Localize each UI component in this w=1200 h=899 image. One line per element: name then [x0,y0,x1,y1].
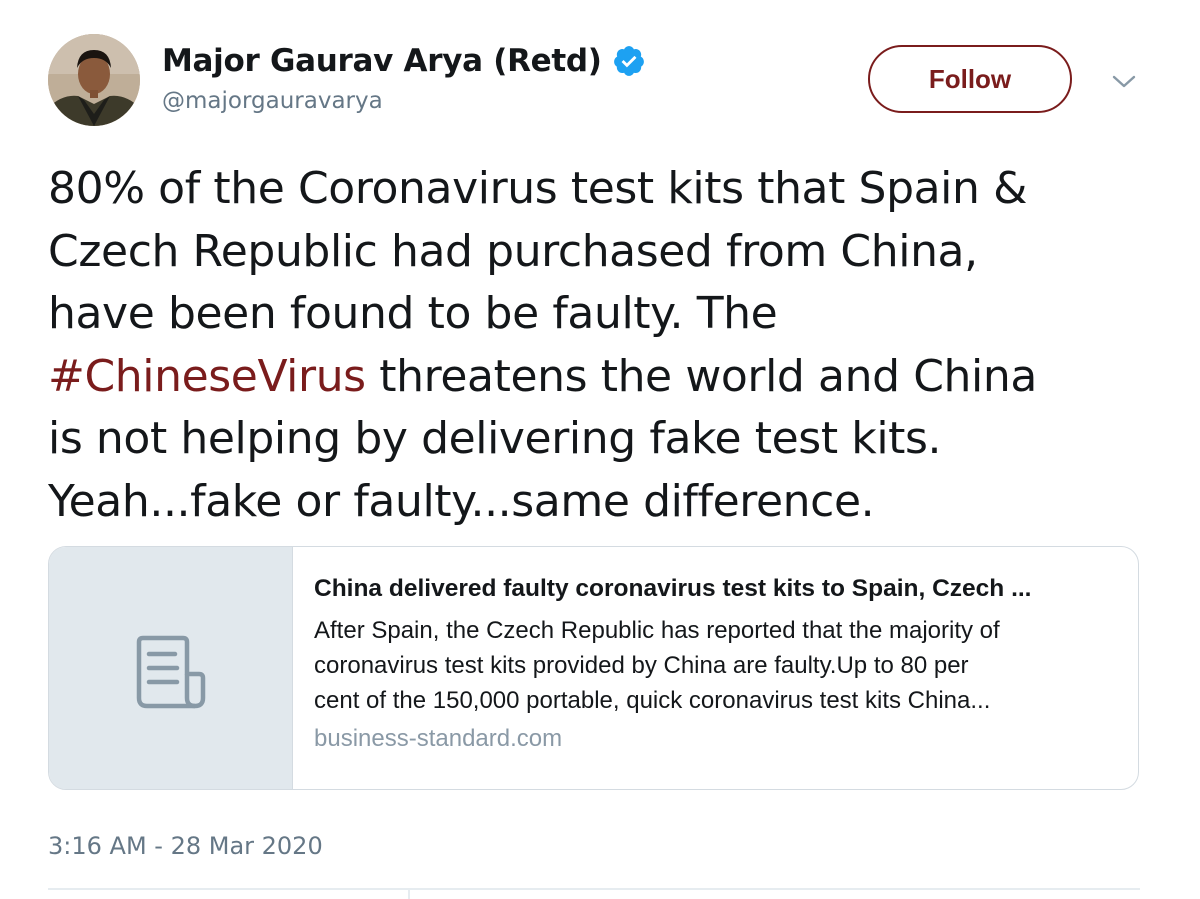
avatar-photo [48,34,140,126]
tweet-line: Czech Republic had purchased from China, [48,225,978,277]
tweet-line: have been found to be faulty. The [48,288,778,339]
card-thumbnail [49,547,293,789]
card-description-line: coronavirus test kits provided by China … [314,652,969,679]
chevron-down-icon[interactable] [1110,72,1138,92]
tweet-timestamp[interactable]: 3:16 AM - 28 Mar 2020 [48,832,323,860]
card-description: After Spain, the Czech Republic has repo… [314,613,1116,718]
document-icon [136,635,205,709]
card-description-line: After Spain, the Czech Republic has repo… [314,617,1000,644]
tweet-text: 80% of the Coronavirus test kits that Sp… [48,158,1158,533]
card-domain: business-standard.com [314,725,563,752]
tweet-line: is not helping by delivering fake test k… [48,413,942,464]
card-description-line: cent of the 150,000 portable, quick coro… [314,687,991,714]
divider [48,888,1140,890]
avatar[interactable] [48,34,140,126]
author-name-row[interactable]: Major Gaurav Arya (Retd) [162,40,646,82]
hashtag-link[interactable]: #ChineseVirus [48,351,366,402]
divider-tick [408,889,410,899]
card-body: China delivered faulty coronavirus test … [293,547,1138,789]
link-preview-card[interactable]: China delivered faulty coronavirus test … [48,546,1139,790]
verified-badge-icon [613,46,644,76]
tweet-line: Yeah...fake or faulty...same difference. [48,475,875,527]
follow-button-label: Follow [928,63,1012,94]
author-display-name[interactable]: Major Gaurav Arya (Retd) [162,43,602,79]
author-handle[interactable]: @majorgauravarya [162,88,383,114]
tweet-line: #ChineseVirus threatens the world and Ch… [48,346,1158,409]
tweet-line-text: threatens the world and China [365,350,1037,402]
follow-button[interactable]: Follow [868,45,1072,113]
tweet-line: 80% of the Coronavirus test kits that Sp… [48,163,1027,214]
card-title: China delivered faulty coronavirus test … [314,575,1032,602]
